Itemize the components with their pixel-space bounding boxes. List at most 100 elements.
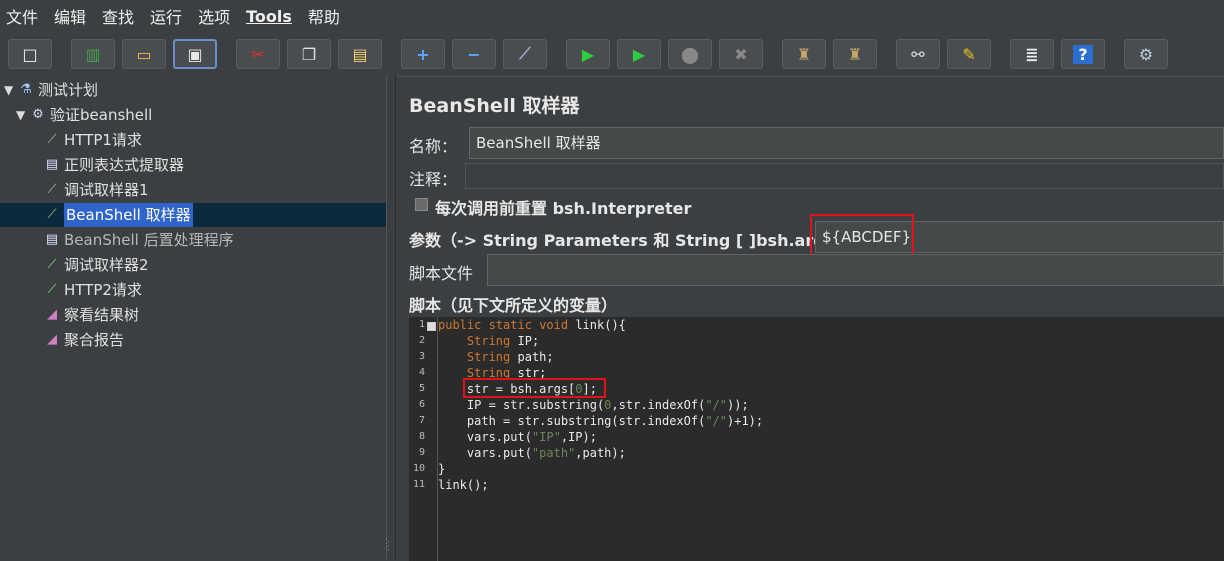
code-line: String IP;	[466, 334, 540, 348]
reset-interpreter-label: 每次调用前重置 bsh.Interpreter	[435, 199, 692, 218]
reset-search-button[interactable]: ✎	[947, 39, 991, 69]
tree-item[interactable]: ⟋ HTTP2请求	[28, 278, 142, 302]
tree-item-label: HTTP1请求	[64, 131, 142, 149]
code-line: String path;	[466, 350, 554, 364]
paste-button[interactable]: ▤	[338, 39, 382, 69]
chart-icon: ◢	[47, 307, 57, 322]
menu-item[interactable]: Tools	[246, 7, 292, 26]
code-highlight-box	[463, 378, 606, 398]
templates-button[interactable]: ▥	[71, 39, 115, 69]
chart-icon: ◢	[47, 332, 57, 347]
tree-item[interactable]: ▼ ⚗ 测试计划	[4, 78, 98, 102]
collapse-button[interactable]: −	[452, 39, 496, 69]
sampler-panel: BeanShell 取样器 名称： BeanShell 取样器 注释： 每次调用…	[397, 76, 1224, 561]
tree-item[interactable]: ◢ 聚合报告	[28, 328, 124, 352]
parameters-label: 参数（-> String Parameters 和 String [ ]bsh.…	[409, 231, 851, 250]
script-file-field[interactable]	[487, 254, 1224, 286]
tree-item-label: 察看结果树	[64, 306, 140, 324]
new-button[interactable]: □	[8, 39, 52, 69]
remote-button[interactable]: ⚙	[1124, 39, 1168, 69]
menu-item[interactable]: 运行	[150, 4, 182, 28]
clear-icon: ♜	[796, 44, 812, 64]
pipette-icon: ⟋	[47, 132, 57, 147]
script-editor[interactable]: 1 2 3 4 5 6 7 8 9 10 11 public static void link(){…	[409, 317, 1224, 561]
copy-button[interactable]: ❐	[287, 39, 331, 69]
help-icon: ?	[1073, 44, 1093, 64]
save-button[interactable]: ▣	[173, 39, 217, 69]
gear-icon: ⚙	[32, 107, 44, 122]
pipette-icon: ⟋	[47, 207, 57, 222]
tree-item-label: BeanShell 取样器	[64, 203, 193, 227]
pipette-icon: ⟋	[47, 282, 57, 297]
start-no-pause-button[interactable]: ▶	[617, 39, 661, 69]
reset-search-icon: ✎	[962, 44, 976, 64]
fold-toggle-icon[interactable]	[427, 322, 436, 331]
stop-button[interactable]: ⬤	[668, 39, 712, 69]
new-icon: □	[22, 44, 38, 64]
menu-item[interactable]: 查找	[102, 4, 134, 28]
tree-item[interactable]: ▼ ⚙ 验证beanshell	[16, 103, 152, 127]
function-helper-button[interactable]: ≣	[1010, 39, 1054, 69]
help-button[interactable]: ?	[1061, 39, 1105, 69]
expand-toggle-icon[interactable]: ▼	[4, 78, 16, 102]
shutdown-button[interactable]: ✖	[719, 39, 763, 69]
collapse-icon: −	[467, 44, 481, 64]
reset-interpreter-checkbox[interactable]	[415, 198, 428, 211]
code-line: link();	[438, 478, 489, 492]
line-number: 8	[418, 431, 425, 442]
resize-grip-icon[interactable]	[385, 537, 391, 555]
function-helper-icon: ≣	[1025, 44, 1039, 64]
save-icon: ▣	[187, 44, 203, 64]
line-number: 3	[418, 351, 425, 362]
document-icon: ▤	[45, 232, 59, 247]
search-button[interactable]: ⚯	[896, 39, 940, 69]
expand-icon: +	[416, 44, 430, 64]
code-line: IP = str.substring(0,str.indexOf("/"));	[438, 398, 749, 412]
menu-bar: 文件 编辑 查找 运行 选项 Tools 帮助	[0, 0, 1224, 32]
expand-button[interactable]: +	[401, 39, 445, 69]
pipette-icon: ⟋	[47, 257, 57, 272]
toolbar: □ ▥ ▭ ▣ ✂ ❐ ▤ + − ⟋ ▶ ▶ ⬤ ✖ ♜ ♜ ⚯ ✎ ≣? ⚙	[0, 32, 1224, 76]
copy-icon: ❐	[301, 44, 317, 64]
tree-item[interactable]: ⟋ HTTP1请求	[28, 128, 142, 152]
tree-item-label: 聚合报告	[64, 331, 125, 349]
start-icon: ▶	[581, 44, 595, 64]
panel-splitter[interactable]	[386, 76, 396, 560]
tree-item[interactable]: ⟋ 调试取样器2	[28, 253, 149, 277]
line-number-gutter: 1 2 3 4 5 6 7 8 9 10 11	[409, 317, 438, 561]
start-button[interactable]: ▶	[566, 39, 610, 69]
shutdown-icon: ✖	[734, 44, 748, 64]
toggle-icon: ⟋	[519, 44, 531, 63]
comment-field[interactable]	[465, 163, 1224, 189]
code-line: }	[438, 462, 446, 476]
tree-item[interactable]: ◢ 察看结果树	[28, 303, 139, 327]
menu-item[interactable]: 选项	[198, 4, 230, 28]
menu-item[interactable]: 帮助	[308, 4, 340, 28]
line-number: 2	[418, 335, 425, 346]
script-label: 脚本（见下文所定义的变量）	[409, 296, 618, 315]
tree-item[interactable]: ⟋ 调试取样器1	[28, 178, 149, 202]
cut-button[interactable]: ✂	[236, 39, 280, 69]
clear-all-button[interactable]: ♜	[833, 39, 877, 69]
start-no-pause-icon: ▶	[632, 44, 646, 64]
tree-item[interactable]: ▤ BeanShell 后置处理程序	[28, 228, 234, 252]
menu-item[interactable]: 编辑	[54, 4, 86, 28]
pipette-icon: ⟋	[47, 182, 57, 197]
parameters-highlight-box	[810, 214, 914, 258]
cut-icon: ✂	[251, 44, 265, 64]
menu-item[interactable]: 文件	[6, 4, 38, 28]
open-button[interactable]: ▭	[122, 39, 166, 69]
line-number: 6	[418, 399, 425, 410]
search-icon: ⚯	[911, 44, 925, 64]
tree-item-label: 调试取样器1	[64, 181, 149, 199]
code-line: vars.put("IP",IP);	[438, 430, 597, 444]
tree-item[interactable]: ⟋ BeanShell 取样器	[28, 203, 193, 227]
tree-item-label: 测试计划	[38, 81, 99, 99]
expand-toggle-icon[interactable]: ▼	[16, 103, 28, 127]
clear-button[interactable]: ♜	[782, 39, 826, 69]
name-field[interactable]: BeanShell 取样器	[469, 127, 1224, 159]
document-icon: ▤	[45, 157, 59, 172]
toggle-button[interactable]: ⟋	[503, 39, 547, 69]
tree-item[interactable]: ▤ 正则表达式提取器	[28, 153, 184, 177]
tree-item-label: 调试取样器2	[64, 256, 149, 274]
